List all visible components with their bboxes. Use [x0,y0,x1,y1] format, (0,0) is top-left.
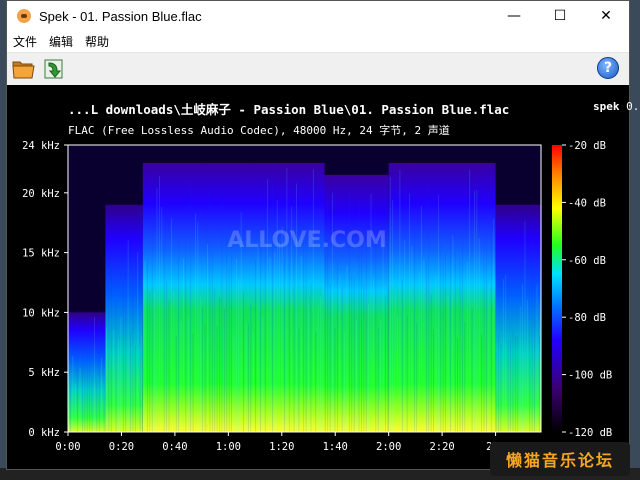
stream-info: FLAC (Free Lossless Audio Codec), 48000 … [68,124,450,137]
spek-window: Spek - 01. Passion Blue.flac — ☐ ✕ 文件 编辑… [6,0,640,470]
y-tick-label: 0 kHz [28,427,60,439]
close-button[interactable]: ✕ [583,1,629,31]
spek-app-icon [17,9,31,23]
y-tick-label: 10 kHz [22,307,60,319]
colorbar-tick-label: -40 dB [568,197,606,209]
colorbar [552,145,562,432]
watermark-overlay-text: ALLOVE.COM [227,228,387,253]
x-tick-label: 1:20 [269,441,294,453]
x-tick-label: 0:40 [162,441,187,453]
x-tick-label: 2:20 [429,441,454,453]
y-tick-label: 5 kHz [28,367,60,379]
x-tick-label: 1:40 [323,441,348,453]
colorbar-axis: -20 dB -40 dB -60 dB -80 dB -100 dB -120 dB [562,140,612,439]
window-title: Spek - 01. Passion Blue.flac [39,8,202,24]
colorbar-tick-label: -80 dB [568,312,606,324]
save-image-button[interactable] [41,56,67,82]
y-tick-label: 20 kHz [22,188,60,200]
save-arrow-icon [44,59,63,79]
spectrum-section-6 [495,204,541,432]
colorbar-tick-label: -100 dB [568,370,612,382]
menu-edit[interactable]: 编辑 [43,33,79,50]
app-name: spek [593,100,620,113]
app-version: spek 0.8.2 [593,100,640,113]
menu-bar: 文件 编辑 帮助 [7,31,629,53]
x-tick-label: 1:00 [216,441,241,453]
minimize-button[interactable]: — [491,1,537,31]
help-icon[interactable]: ? [597,57,619,79]
window-controls: — ☐ ✕ [491,1,629,31]
desktop-right-edge [630,0,640,480]
colorbar-tick-label: -60 dB [568,255,606,267]
file-path-title: ...L downloads\土岐麻子 - Passion Blue\01. P… [68,102,510,117]
y-tick-label: 24 kHz [22,140,60,152]
y-axis: 0 kHz 5 kHz 10 kHz 15 kHz 20 kHz 24 kHz [22,140,68,439]
open-file-button[interactable] [11,56,37,82]
x-tick-label: 0:20 [109,441,134,453]
folder-open-icon [12,61,35,79]
y-tick-label: 15 kHz [22,248,60,260]
menu-help[interactable]: 帮助 [79,33,115,50]
spectrum-section-0 [68,312,106,432]
x-tick-label: 0:00 [55,441,80,453]
colorbar-tick-label: -120 dB [568,427,612,439]
x-tick-label: 2:00 [376,441,401,453]
menu-file[interactable]: 文件 [7,33,43,50]
x-axis: 0:000:200:401:001:201:402:002:202:4 [55,432,505,453]
spectrogram-viewer: 0 kHz 5 kHz 10 kHz 15 kHz 20 kHz 24 kHz 0:00 0… [7,85,640,469]
colorbar-tick-label: -20 dB [568,140,606,152]
maximize-button[interactable]: ☐ [537,1,583,31]
forum-watermark-logo: 懒猫音乐论坛 [490,442,630,476]
toolbar: ? [7,54,629,84]
spectrogram-chart: 0 kHz 5 kHz 10 kHz 15 kHz 20 kHz 24 kHz 0:00 0… [22,140,612,453]
title-bar[interactable]: Spek - 01. Passion Blue.flac — ☐ ✕ [7,1,629,31]
version-number: 0.8.2 [626,100,640,113]
